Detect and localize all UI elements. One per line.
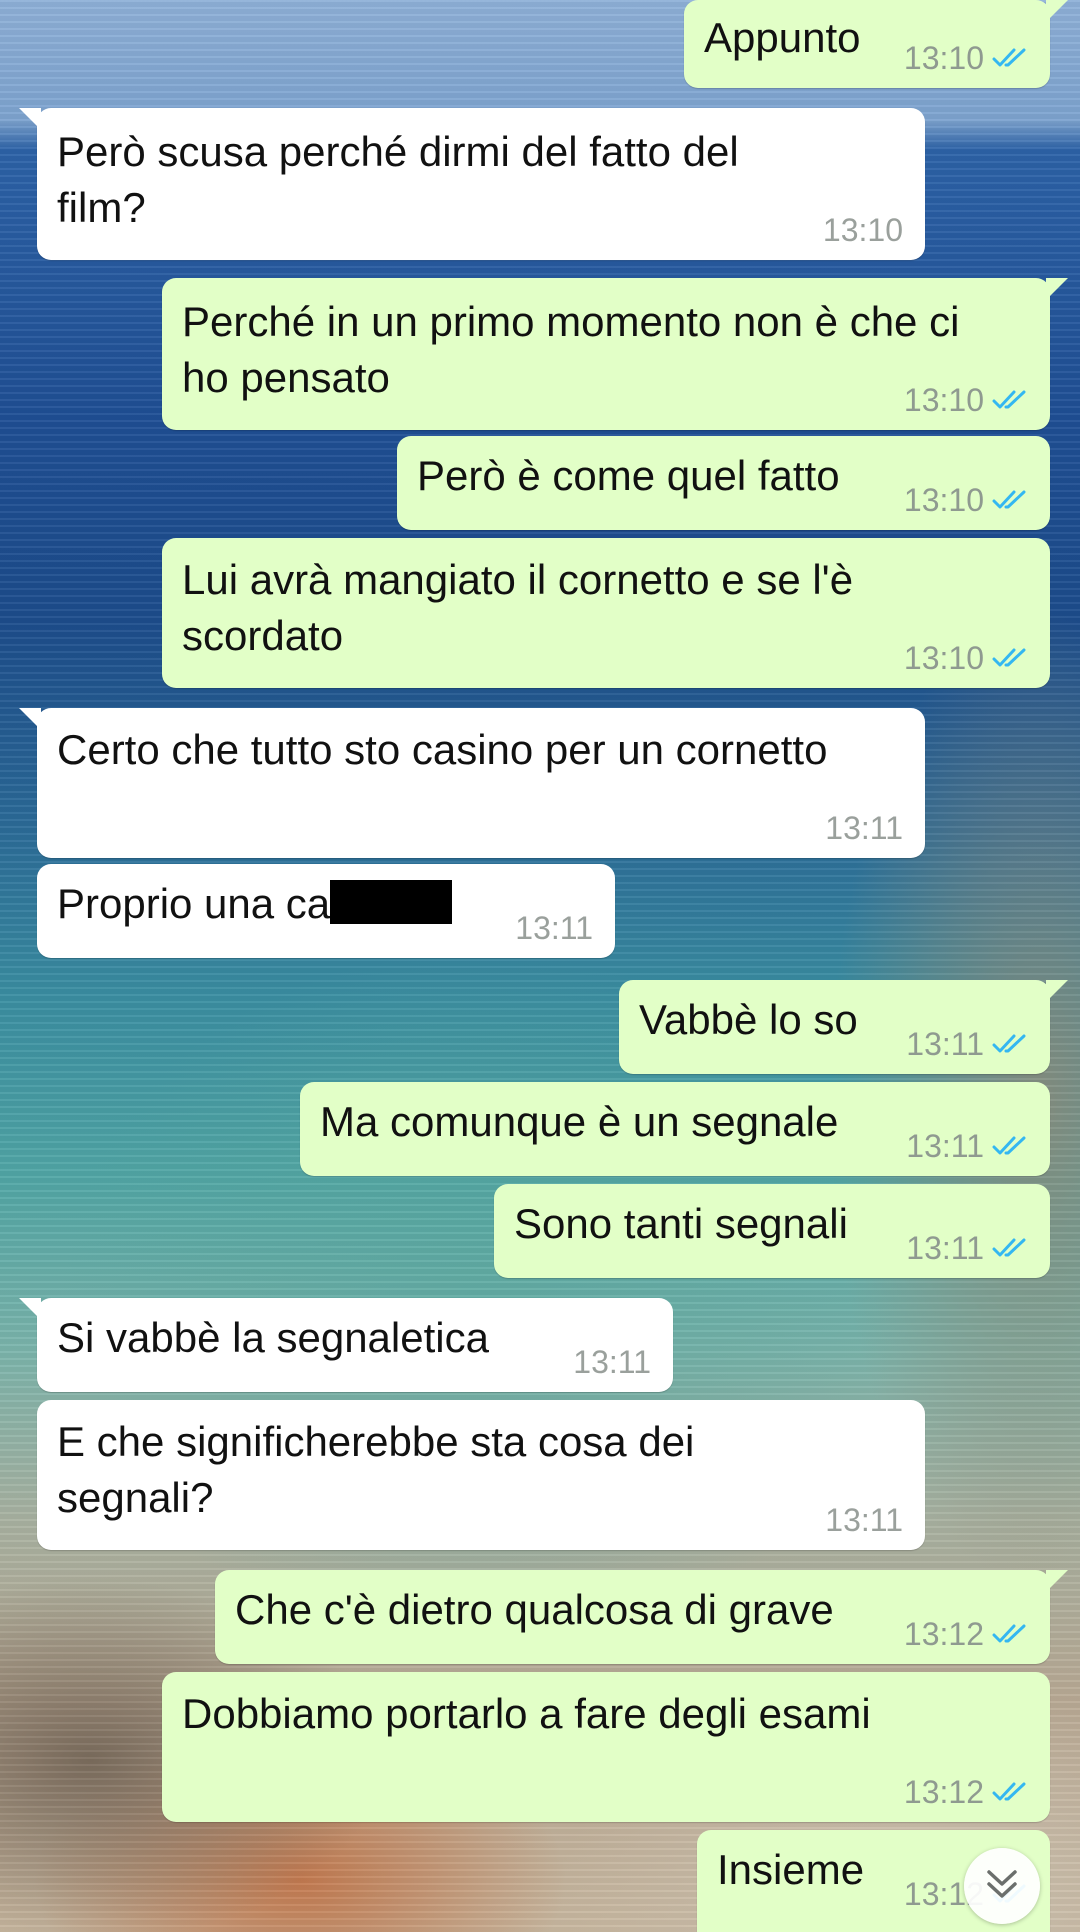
message-meta: 13:11 [825,810,903,846]
message-time: 13:11 [515,910,593,946]
message-text: Dobbiamo portarlo a fare degli esami [182,1690,871,1737]
message-meta: 13:11 [573,1344,651,1380]
message-time: 13:11 [906,1128,984,1164]
message-time: 13:10 [903,40,984,76]
message-text: Certo che tutto sto casino per un cornet… [57,726,828,773]
double-check-icon [992,489,1028,511]
message-text: Perché in un primo momento non è che ci … [182,298,960,401]
message-time: 13:12 [903,1774,984,1810]
message-meta: 13:11 [906,1026,1028,1062]
message-text: Lui avrà mangiato il cornetto e se l'è s… [182,556,854,659]
incoming-message[interactable]: Certo che tutto sto casino per un cornet… [19,708,925,858]
outgoing-message[interactable]: Che c'è dietro qualcosa di grave 13:12 [215,1570,1068,1664]
message-meta: 13:10 [904,382,1028,418]
message-meta: 13:12 [904,1774,1028,1810]
message-text: E che significherebbe sta cosa dei segna… [57,1418,695,1521]
double-check-icon [992,1237,1028,1259]
message-meta: 13:10 [904,640,1028,676]
double-check-icon [992,389,1028,411]
double-check-icon [992,1781,1028,1803]
message-time: 13:11 [573,1344,651,1380]
message-text-visible: Proprio una ca [57,880,331,927]
double-check-icon [992,1623,1028,1645]
message-text: Insieme [717,1846,865,1893]
incoming-message[interactable]: Però scusa perché dirmi del fatto del fi… [19,108,925,260]
message-meta: 13:12 [904,1616,1028,1652]
message-time: 13:10 [903,482,984,518]
message-time: 13:11 [906,1230,984,1266]
message-meta: 13:10 [904,482,1028,518]
message-meta: 13:11 [825,1502,903,1538]
double-check-icon [992,647,1028,669]
incoming-message[interactable]: Si vabbè la segnaletica 13:11 [19,1298,673,1392]
double-check-icon [992,1135,1028,1157]
message-text: Che c'è dietro qualcosa di grave [235,1586,834,1633]
outgoing-message[interactable]: Lui avrà mangiato il cornetto e se l'è s… [162,538,1050,688]
message-meta: 13:10 [904,40,1028,76]
outgoing-message[interactable]: Ma comunque è un segnale 13:11 [300,1082,1050,1176]
message-text: Appunto [704,14,861,61]
message-text: Però scusa perché dirmi del fatto del fi… [57,128,739,231]
outgoing-message[interactable]: Sono tanti segnali 13:11 [494,1184,1050,1278]
message-list[interactable]: Appunto 13:10 Però scusa perché dirmi de… [0,0,1080,1932]
message-time: 13:11 [825,1502,903,1538]
message-text: Proprio una ca [57,876,453,932]
message-time: 13:12 [903,1616,984,1652]
message-meta: 13:11 [515,910,593,946]
double-check-icon [992,47,1028,69]
outgoing-message[interactable]: Dobbiamo portarlo a fare degli esami 13:… [162,1672,1050,1822]
scroll-to-bottom-button[interactable] [964,1848,1040,1924]
incoming-message[interactable]: Proprio una ca 13:11 [37,864,615,958]
outgoing-message[interactable]: Però è come quel fatto 13:10 [397,436,1050,530]
message-time: 13:11 [906,1026,984,1062]
double-check-icon [992,1033,1028,1055]
message-text: Sono tanti segnali [514,1200,848,1247]
message-text: Ma comunque è un segnale [320,1098,839,1145]
message-text: Però è come quel fatto [417,452,840,499]
message-text: Vabbè lo so [639,996,858,1043]
incoming-message[interactable]: E che significherebbe sta cosa dei segna… [37,1400,925,1550]
message-time: 13:10 [903,382,984,418]
message-meta: 13:10 [823,212,903,248]
chevron-double-down-icon [984,1867,1020,1906]
outgoing-message[interactable]: Appunto 13:10 [684,0,1068,88]
outgoing-message[interactable]: Vabbè lo so 13:11 [619,980,1068,1074]
message-text: Si vabbè la segnaletica [57,1314,489,1361]
redaction-block [330,880,453,924]
message-time: 13:11 [825,810,903,846]
message-time: 13:10 [822,212,903,248]
outgoing-message[interactable]: Perché in un primo momento non è che ci … [162,278,1068,430]
message-meta: 13:11 [906,1230,1028,1266]
message-meta: 13:11 [906,1128,1028,1164]
message-time: 13:10 [903,640,984,676]
